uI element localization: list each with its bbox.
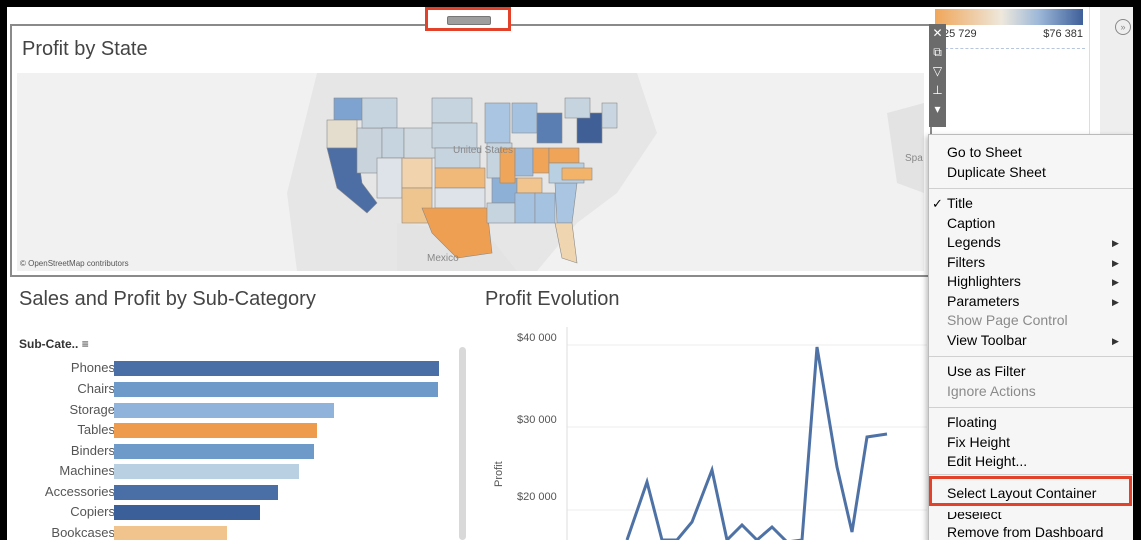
subcategory-header[interactable]: Sub-Cate.. ≡ xyxy=(19,337,89,351)
vertical-scrollbar[interactable] xyxy=(459,347,466,540)
bar-storage[interactable] xyxy=(114,403,334,418)
legend-divider xyxy=(935,48,1085,49)
bar-label: Storage xyxy=(69,402,115,417)
menu-edit-height[interactable]: Edit Height... xyxy=(947,453,1027,469)
spain-label: Spa xyxy=(905,153,923,164)
bar-binders[interactable] xyxy=(114,444,314,459)
y-tick: $30 000 xyxy=(517,414,557,426)
check-icon: ✓ xyxy=(932,196,943,211)
y-tick: $20 000 xyxy=(517,491,557,503)
bar-chairs[interactable] xyxy=(114,382,438,397)
menu-duplicate-sheet[interactable]: Duplicate Sheet xyxy=(947,164,1046,180)
pin-icon[interactable]: ⊥ xyxy=(929,81,946,100)
menu-separator xyxy=(929,407,1133,408)
legend-gradient xyxy=(935,9,1083,25)
menu-parameters[interactable]: Parameters xyxy=(947,293,1019,309)
submenu-arrow-icon: ▶ xyxy=(1112,336,1119,346)
grip-icon xyxy=(447,16,491,25)
mexico-label: Mexico xyxy=(427,253,459,264)
sort-icon[interactable]: ≡ xyxy=(82,337,89,351)
menu-show-page-control: Show Page Control xyxy=(947,312,1068,328)
menu-remove-from-dashboard[interactable]: Remove from Dashboard xyxy=(947,524,1103,540)
context-menu: Go to Sheet Duplicate Sheet ✓ Title Capt… xyxy=(928,134,1133,540)
go-to-sheet-icon[interactable]: ⧉ xyxy=(929,43,946,62)
y-tick: $40 000 xyxy=(517,332,557,344)
us-map[interactable]: United States Mexico Spa © OpenStreetMap… xyxy=(17,73,924,271)
profit-line-chart: $40 000 $30 000 $20 000 Profit xyxy=(487,327,927,540)
collapse-icon[interactable]: » xyxy=(1115,19,1131,35)
menu-title[interactable]: Title xyxy=(947,195,973,211)
map-title: Profit by State xyxy=(22,38,148,60)
bar-label: Bookcases xyxy=(51,525,115,540)
legend-min: 25 729 xyxy=(943,28,977,40)
menu-highlighters[interactable]: Highlighters xyxy=(947,273,1021,289)
bar-label: Phones xyxy=(70,360,115,375)
map-svg xyxy=(287,73,924,271)
evolution-title: Profit Evolution xyxy=(485,288,620,310)
drag-handle[interactable] xyxy=(425,7,511,31)
submenu-arrow-icon: ▶ xyxy=(1112,277,1119,287)
submenu-arrow-icon: ▶ xyxy=(1112,238,1119,248)
line-chart-svg xyxy=(566,327,927,540)
sales-title: Sales and Profit by Sub-Category xyxy=(19,288,316,310)
bar-label: Copiers xyxy=(70,504,115,519)
submenu-arrow-icon: ▶ xyxy=(1112,258,1119,268)
y-axis-label: Profit xyxy=(493,461,505,487)
sheet-toolbar: ✕ ⧉ ▽ ⊥ ▾ xyxy=(929,24,946,127)
bar-tables[interactable] xyxy=(114,423,317,438)
submenu-arrow-icon: ▶ xyxy=(1112,297,1119,307)
bar-machines[interactable] xyxy=(114,464,299,479)
menu-filters[interactable]: Filters xyxy=(947,254,985,270)
menu-deselect[interactable]: Deselect xyxy=(947,512,1001,522)
bar-accessories[interactable] xyxy=(114,485,278,500)
menu-separator xyxy=(929,188,1133,189)
menu-separator xyxy=(929,356,1133,357)
bar-label: Chairs xyxy=(77,381,115,396)
menu-ignore-actions: Ignore Actions xyxy=(947,383,1036,399)
map-credit: © OpenStreetMap contributors xyxy=(20,259,129,268)
subcategory-header-label: Sub-Cate.. xyxy=(19,337,79,351)
menu-legends[interactable]: Legends xyxy=(947,234,1001,250)
more-options-icon[interactable]: ▾ xyxy=(929,100,946,119)
menu-view-toolbar[interactable]: View Toolbar xyxy=(947,332,1027,348)
country-label: United States xyxy=(453,145,514,156)
menu-use-as-filter[interactable]: Use as Filter xyxy=(947,363,1026,379)
menu-fix-height[interactable]: Fix Height xyxy=(947,434,1010,450)
subcategory-bar-chart: Phones Chairs Storage Tables Binders Mac… xyxy=(7,352,467,540)
bar-label: Accessories xyxy=(44,484,115,499)
color-legend[interactable]: 25 729 $76 381 xyxy=(933,7,1089,67)
bar-copiers[interactable] xyxy=(114,505,260,520)
menu-floating[interactable]: Floating xyxy=(947,414,997,430)
menu-separator xyxy=(929,474,1133,475)
bar-label: Machines xyxy=(59,463,115,478)
bar-phones[interactable] xyxy=(114,361,439,376)
highlight-box xyxy=(929,476,1132,506)
profit-by-state-sheet[interactable]: Profit by State United States Mexico Spa… xyxy=(10,24,932,277)
menu-caption[interactable]: Caption xyxy=(947,215,995,231)
menu-go-to-sheet[interactable]: Go to Sheet xyxy=(947,144,1022,160)
bar-bookcases[interactable] xyxy=(114,526,227,540)
bar-label: Tables xyxy=(77,422,115,437)
close-icon[interactable]: ✕ xyxy=(929,24,946,43)
dashboard-canvas: 25 729 $76 381 Profit by State United St… xyxy=(7,7,1133,540)
legend-max: $76 381 xyxy=(1043,28,1083,40)
filter-icon[interactable]: ▽ xyxy=(929,62,946,81)
bar-label: Binders xyxy=(70,443,115,458)
